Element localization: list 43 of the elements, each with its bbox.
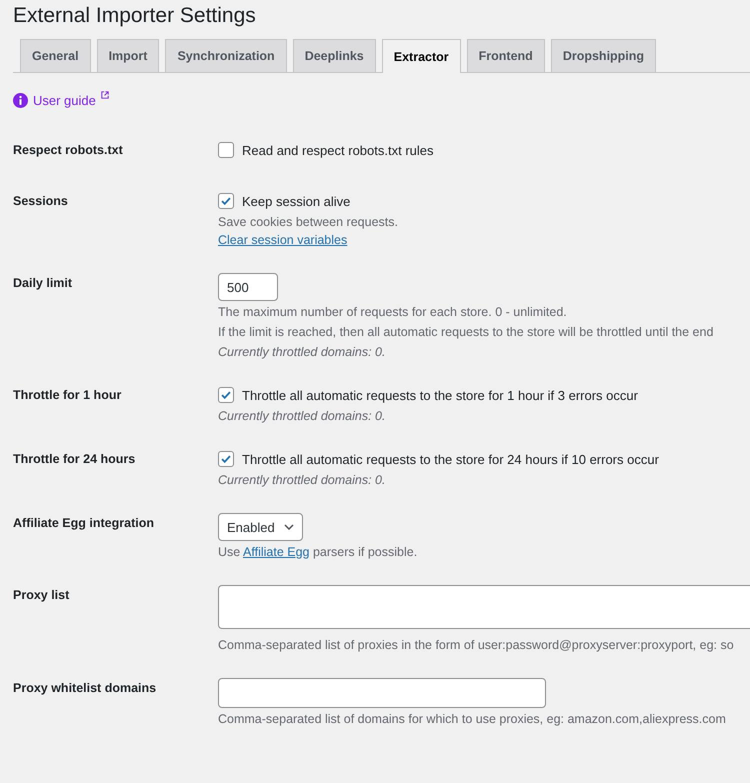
setting-label: Proxy list [13,587,70,604]
checkbox[interactable] [218,451,234,467]
setting-label: Proxy whitelist domains [13,680,158,697]
note-text: Currently throttled domains: 0. [218,408,386,425]
chevron-down-icon [284,524,294,530]
proxy-list-field[interactable] [218,585,750,629]
settings-tab[interactable]: Dropshipping [550,39,656,72]
checkbox[interactable] [218,142,234,158]
description-text: If the limit is reached, then all automatic requests to the store will be throttled until the end [218,324,714,341]
setting-label: Affiliate Egg integration [13,515,155,532]
page-title: External Importer Settings [13,3,257,29]
checkbox-label: Throttle all automatic requests to the store for 24 hours if 10 errors occur [242,452,659,466]
setting-label: Daily limit [13,275,74,292]
note-text: Currently throttled domains: 0. [218,344,386,361]
checkbox[interactable] [218,193,234,209]
settings-tab[interactable]: Import [96,39,160,72]
number-input[interactable]: 500 [218,273,278,301]
setting-label: Throttle for 24 hours [13,451,136,468]
description-text: Comma-separated list of proxies in the form of user:password@proxyserver:proxyport, eg: so [218,637,735,654]
setting-label: Throttle for 1 hour [13,387,122,404]
dropdown[interactable]: Enabled [218,513,303,541]
setting-label: Respect robots.txt [13,142,124,159]
settings-tab[interactable]: Extractor [382,39,461,73]
settings-tab[interactable]: Deeplinks [292,39,376,72]
checkbox[interactable] [218,387,234,403]
note-text: Currently throttled domains: 0. [218,472,386,489]
user-guide-link[interactable]: User guide [33,92,96,108]
info-icon [13,92,28,108]
settings-tab[interactable]: Synchronization [165,39,287,72]
whitelist-domains-field[interactable] [218,678,546,708]
description-text: Save cookies between requests. [218,214,399,231]
clear-session-link[interactable]: Clear session variables [218,233,348,247]
description-text: Comma-separated list of domains for which to use proxies, eg: amazon.com,aliexpress.com [218,711,727,728]
checkbox-label: Throttle all automatic requests to the store for 1 hour if 3 errors occur [242,388,638,402]
settings-tab[interactable]: Frontend [466,39,545,72]
external-link-icon [100,91,109,99]
checkbox-label: Keep session alive [242,194,350,208]
description-text: The maximum number of requests for each store. 0 - unlimited. [218,304,568,321]
setting-label: Sessions [13,193,69,210]
affiliate-egg-link[interactable]: Affiliate Egg [243,545,310,559]
checkbox-label: Read and respect robots.txt rules [242,142,434,158]
settings-tab[interactable]: General [20,39,91,72]
description-text: Use Affiliate Egg parsers if possible. [218,544,418,561]
